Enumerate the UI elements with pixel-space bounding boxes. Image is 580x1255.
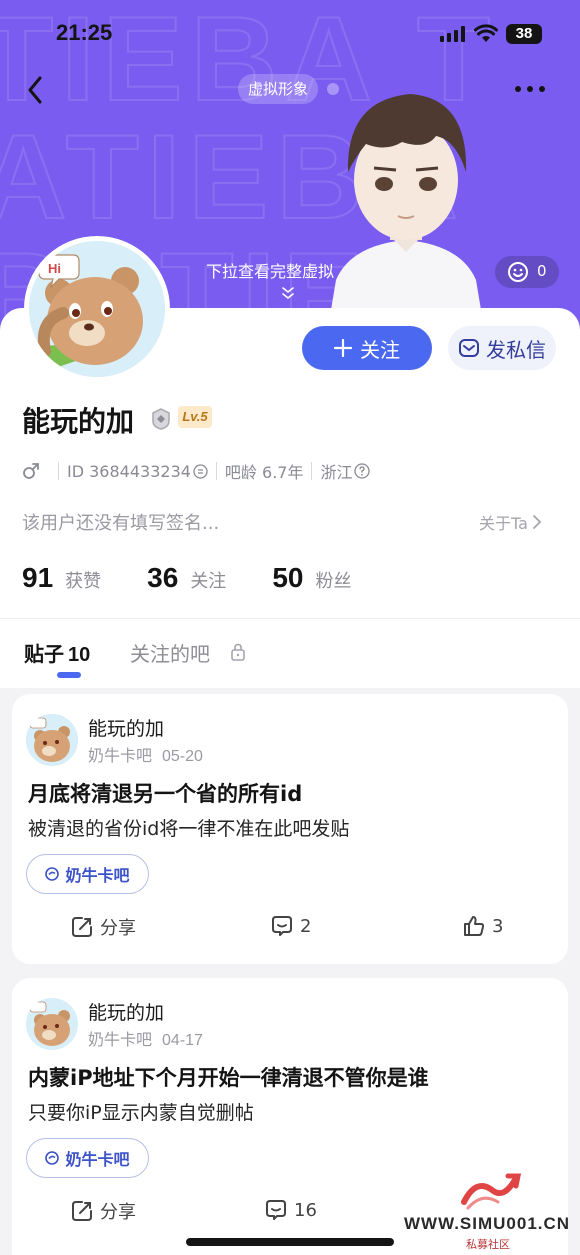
stat-likes[interactable]: 91 获赞 bbox=[22, 562, 101, 594]
like-button[interactable]: 3 bbox=[462, 914, 503, 938]
about-ta-label: 关于Ta bbox=[479, 514, 528, 533]
send-message-label: 发私信 bbox=[486, 337, 546, 362]
male-gender-icon bbox=[23, 463, 39, 479]
help-circle-icon[interactable] bbox=[354, 463, 371, 479]
ip-location: 浙江 bbox=[320, 463, 353, 482]
post-author-name[interactable]: 能玩的加 bbox=[88, 714, 164, 741]
user-id: ID 3684433234 bbox=[67, 461, 191, 481]
forum-icon bbox=[45, 867, 60, 881]
post-body: 被清退的省份id将一律不准在此吧发贴 bbox=[28, 818, 350, 840]
status-bar: 21:25 38 bbox=[0, 18, 580, 48]
comment-icon bbox=[272, 916, 292, 936]
post-date: 04-17 bbox=[162, 1032, 203, 1049]
stat-label: 获赞 bbox=[65, 571, 102, 592]
watermark: WWW.SIMU001.CN 私募社区 bbox=[400, 1172, 580, 1255]
post-title: 月底将清退另一个省的所有id bbox=[28, 782, 303, 806]
share-button[interactable]: 分享 bbox=[70, 1198, 136, 1224]
stat-number: 91 bbox=[22, 562, 54, 593]
copy-icon[interactable] bbox=[193, 463, 208, 479]
profile-stats: 91 获赞 36 关注 50 粉丝 bbox=[22, 562, 397, 594]
lock-icon bbox=[231, 643, 245, 661]
stat-fans[interactable]: 50 粉丝 bbox=[272, 562, 351, 594]
level-badge: Lv.5 bbox=[178, 406, 212, 428]
follow-button[interactable]: 关注 bbox=[302, 326, 432, 370]
mail-icon bbox=[459, 339, 479, 357]
status-time: 21:25 bbox=[56, 20, 113, 45]
avatar-like-count: 0 bbox=[537, 262, 547, 280]
user-avatar[interactable]: Hi bbox=[24, 236, 170, 382]
tab-posts-count: 10 bbox=[68, 644, 91, 666]
post-forum-name: 奶牛卡吧 bbox=[88, 1030, 153, 1049]
forum-tag-label: 奶牛卡吧 bbox=[65, 866, 130, 885]
shield-badge-icon bbox=[152, 408, 170, 430]
watermark-url: WWW.SIMU001.CN bbox=[404, 1214, 571, 1233]
post-author-avatar[interactable] bbox=[26, 998, 78, 1050]
comment-button[interactable]: 2 bbox=[270, 914, 311, 938]
share-label: 分享 bbox=[100, 1202, 136, 1223]
post-title: 内蒙iP地址下个月开始一律清退不管你是谁 bbox=[28, 1066, 429, 1090]
meta-divider bbox=[215, 462, 217, 480]
post-meta: 奶牛卡吧 04-17 bbox=[88, 1026, 203, 1050]
comment-button[interactable]: 16 bbox=[264, 1198, 317, 1222]
chevron-right-icon bbox=[533, 515, 542, 529]
about-ta-link[interactable]: 关于Ta bbox=[479, 510, 542, 534]
meta-divider bbox=[311, 462, 313, 480]
pulldown-hint: 下拉查看完整虚拟形象 bbox=[206, 262, 334, 281]
watermark-logo-icon bbox=[461, 1173, 522, 1210]
plus-icon bbox=[334, 339, 352, 357]
share-icon bbox=[72, 917, 92, 937]
meta-divider bbox=[58, 462, 59, 480]
bar-age: 吧龄 6.7年 bbox=[224, 463, 304, 482]
chevron-down-double-icon bbox=[282, 287, 294, 300]
profile-username: 能玩的加 bbox=[22, 405, 135, 438]
post-author-avatar[interactable] bbox=[26, 714, 78, 766]
comment-count: 16 bbox=[294, 1199, 317, 1221]
smile-icon bbox=[508, 262, 528, 282]
virtual-avatar-figure[interactable] bbox=[306, 80, 506, 340]
share-button[interactable]: 分享 bbox=[70, 914, 136, 940]
svg-text:Hi: Hi bbox=[48, 261, 61, 276]
stat-number: 50 bbox=[272, 562, 304, 593]
stat-label: 粉丝 bbox=[315, 571, 352, 592]
forum-tag-button[interactable]: 奶牛卡吧 bbox=[26, 1138, 149, 1178]
post-meta: 奶牛卡吧 05-20 bbox=[88, 742, 203, 766]
wifi-icon bbox=[474, 24, 498, 42]
tab-posts[interactable]: 贴子 10 bbox=[24, 638, 90, 667]
battery-indicator: 38 bbox=[506, 24, 542, 44]
post-forum-name: 奶牛卡吧 bbox=[88, 746, 153, 765]
more-options-icon[interactable] bbox=[514, 84, 546, 94]
tab-posts-label: 贴子 bbox=[24, 642, 64, 666]
bear-avatar-illustration bbox=[26, 998, 78, 1050]
section-divider bbox=[0, 618, 580, 619]
like-count: 3 bbox=[492, 915, 504, 937]
share-icon bbox=[72, 1201, 92, 1221]
comment-icon bbox=[266, 1200, 286, 1220]
avatar-like-button[interactable]: 0 bbox=[495, 256, 559, 288]
stat-number: 36 bbox=[147, 562, 179, 593]
active-tab-indicator bbox=[57, 672, 81, 678]
forum-tag-label: 奶牛卡吧 bbox=[65, 1150, 130, 1169]
forum-icon bbox=[45, 1151, 60, 1165]
thumbs-up-icon bbox=[464, 916, 485, 936]
bear-avatar-illustration: Hi bbox=[29, 241, 165, 377]
watermark-subtitle: 私募社区 bbox=[466, 1238, 510, 1251]
stat-label: 关注 bbox=[190, 571, 227, 592]
home-indicator bbox=[186, 1238, 394, 1246]
user-signature: 该用户还没有填写签名... bbox=[22, 513, 220, 534]
tab-followed-bars[interactable]: 关注的吧 bbox=[130, 638, 210, 667]
post-date: 05-20 bbox=[162, 748, 203, 765]
cellular-signal-icon bbox=[440, 26, 465, 42]
forum-tag-button[interactable]: 奶牛卡吧 bbox=[26, 854, 149, 894]
bear-avatar-illustration bbox=[26, 714, 78, 766]
post-author-name[interactable]: 能玩的加 bbox=[88, 998, 164, 1025]
send-message-button[interactable]: 发私信 bbox=[448, 326, 556, 370]
comment-count: 2 bbox=[300, 915, 312, 937]
back-arrow-icon[interactable] bbox=[24, 74, 48, 106]
post-card[interactable]: 能玩的加 奶牛卡吧 05-20 月底将清退另一个省的所有id 被清退的省份id将一… bbox=[12, 694, 568, 964]
stat-following[interactable]: 36 关注 bbox=[147, 562, 226, 594]
share-label: 分享 bbox=[100, 918, 136, 939]
follow-button-label: 关注 bbox=[360, 337, 400, 362]
post-body: 只要你iP显示内蒙自觉删帖 bbox=[28, 1102, 254, 1124]
profile-meta-row: ID 3684433234 吧龄 6.7年 浙江 bbox=[22, 460, 371, 482]
